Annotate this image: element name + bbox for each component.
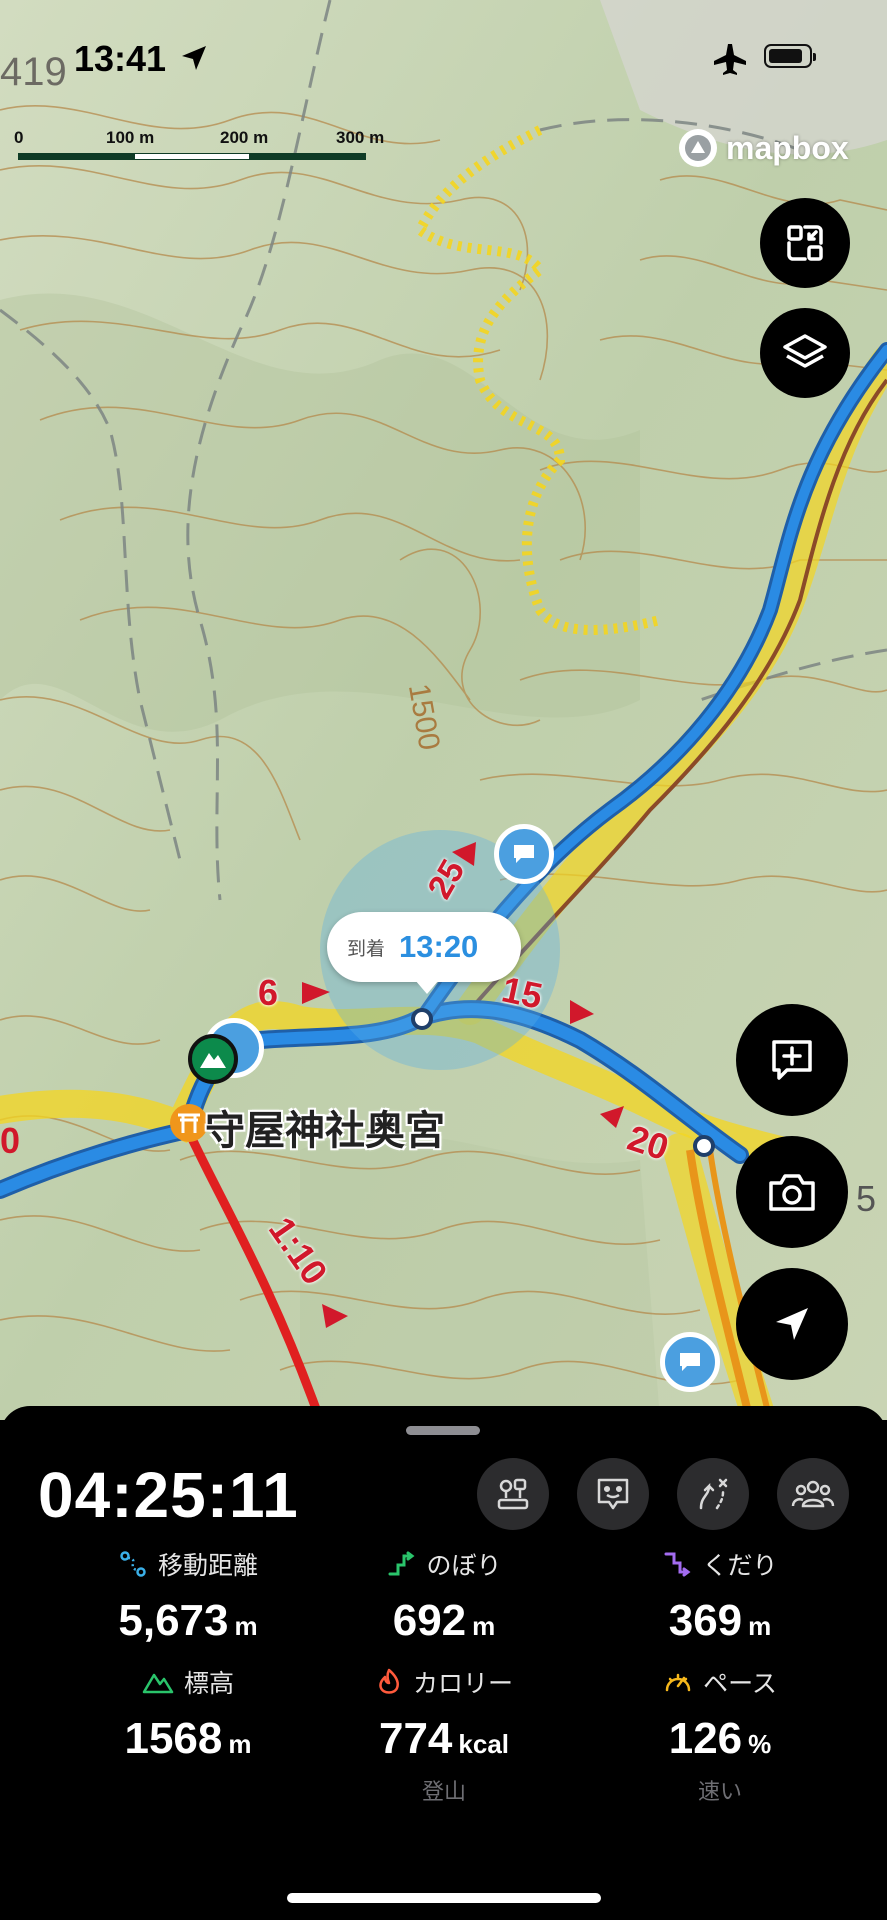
battery-icon — [764, 44, 816, 68]
face-icon — [597, 1478, 629, 1510]
stat-label: 移動距離 — [157, 1552, 258, 1580]
mountain-icon — [200, 1053, 226, 1068]
stat-unit: m — [472, 1611, 496, 1641]
status-time: 13:41 — [74, 38, 167, 79]
chat-bubble-icon — [680, 1353, 700, 1371]
layers-button[interactable] — [760, 308, 850, 398]
stat-unit: m — [234, 1611, 258, 1641]
route-icon — [699, 1478, 728, 1510]
elapsed-time: 04:25:11 — [38, 1459, 299, 1531]
home-indicator[interactable] — [287, 1893, 601, 1903]
scale-segment — [250, 153, 366, 160]
stat-label: 標高 — [183, 1670, 234, 1698]
stray-label-5: 5 — [856, 1178, 877, 1219]
waypoint-dot[interactable] — [411, 1008, 433, 1030]
stat-sublabel: 登山 — [421, 1779, 466, 1804]
camera-button[interactable] — [736, 1136, 848, 1248]
course-marker-6: 6 — [258, 972, 279, 1013]
callout-tail — [415, 980, 439, 994]
scale-bar: 0 100 m 200 m 300 m — [14, 128, 404, 168]
collapse-button[interactable] — [760, 198, 850, 288]
stat-value: 692 — [392, 1596, 467, 1645]
stat-elevation: 標高 1568 m — [48, 1664, 328, 1764]
current-location-button[interactable] — [736, 1268, 848, 1380]
torii-icon — [178, 1113, 200, 1133]
place-name[interactable]: 守屋神社奥宮 — [205, 1098, 445, 1156]
arrival-label: 到着 — [347, 938, 386, 960]
ascent-icon — [388, 1551, 415, 1576]
route-button[interactable] — [677, 1458, 749, 1530]
scale-label: 100 m — [106, 128, 155, 147]
group-button[interactable] — [777, 1458, 849, 1530]
stat-sublabel: 速い — [697, 1779, 742, 1804]
layers-icon — [783, 334, 827, 368]
waypoint-dot[interactable] — [693, 1135, 715, 1157]
stat-unit: m — [748, 1611, 772, 1641]
mapbox-attribution[interactable]: mapbox — [676, 126, 849, 170]
memo-pin[interactable] — [494, 824, 554, 884]
shrine-marker[interactable] — [170, 1104, 208, 1142]
stat-value: 369 — [668, 1596, 743, 1645]
stat-distance: 移動距離 5,673 m — [48, 1546, 328, 1646]
map-pins-icon — [497, 1478, 529, 1510]
status-bar: 13:41 — [0, 0, 887, 110]
map-pins-button[interactable] — [477, 1458, 549, 1530]
mountain-icon — [142, 1673, 174, 1694]
descent-icon — [664, 1552, 691, 1577]
camera-icon — [769, 1174, 815, 1211]
stat-descent: くだり 369 m — [580, 1546, 860, 1646]
arrival-callout[interactable]: 到着 13:20 — [327, 912, 521, 994]
location-arrow-icon — [182, 46, 206, 70]
memo-pin[interactable] — [660, 1332, 720, 1392]
navigation-arrow-icon — [776, 1308, 808, 1340]
scale-label: 200 m — [220, 128, 269, 147]
add-memo-icon — [772, 1040, 812, 1080]
stat-unit: m — [228, 1729, 252, 1759]
arrival-time: 13:20 — [399, 929, 479, 964]
add-memo-button[interactable] — [736, 1004, 848, 1116]
flame-icon — [379, 1668, 399, 1694]
activity-panel: 04:25:11 移動距離 5,673 m のぼり 692 m くだり 369 … — [0, 1406, 887, 1920]
stat-label: くだり — [702, 1552, 778, 1580]
stat-calories: カロリー 774 kcal 登山 — [304, 1664, 584, 1806]
face-button[interactable] — [577, 1458, 649, 1530]
scale-label: 0 — [14, 128, 24, 147]
scale-segment — [18, 153, 134, 160]
speedometer-icon — [665, 1673, 691, 1692]
stat-unit: kcal — [458, 1729, 510, 1759]
stat-pace: ペース 126% 速い — [580, 1664, 860, 1806]
scale-segment — [134, 153, 250, 160]
stat-label: のぼり — [426, 1552, 502, 1580]
stat-label: ペース — [703, 1670, 777, 1698]
stat-value: 5,673 — [118, 1596, 229, 1645]
stat-ascent: のぼり 692 m — [304, 1546, 584, 1646]
stat-label: カロリー — [412, 1670, 513, 1698]
chat-bubble-icon — [514, 845, 534, 863]
stat-value: 1568 — [124, 1714, 223, 1763]
stray-label-0: 0 — [0, 1120, 21, 1161]
mapbox-wordmark: mapbox — [726, 129, 849, 166]
stat-unit: % — [748, 1729, 772, 1759]
scale-label: 300 m — [336, 128, 385, 147]
airplane-mode-icon — [714, 44, 746, 75]
mapbox-logo-icon — [679, 129, 717, 167]
drag-handle[interactable] — [406, 1426, 480, 1435]
summit-marker[interactable] — [188, 1034, 238, 1084]
collapse-icon — [787, 225, 823, 261]
stat-value: 774 — [378, 1714, 453, 1763]
stat-value: 126 — [668, 1714, 743, 1763]
group-icon — [791, 1480, 835, 1508]
distance-icon — [120, 1551, 146, 1577]
